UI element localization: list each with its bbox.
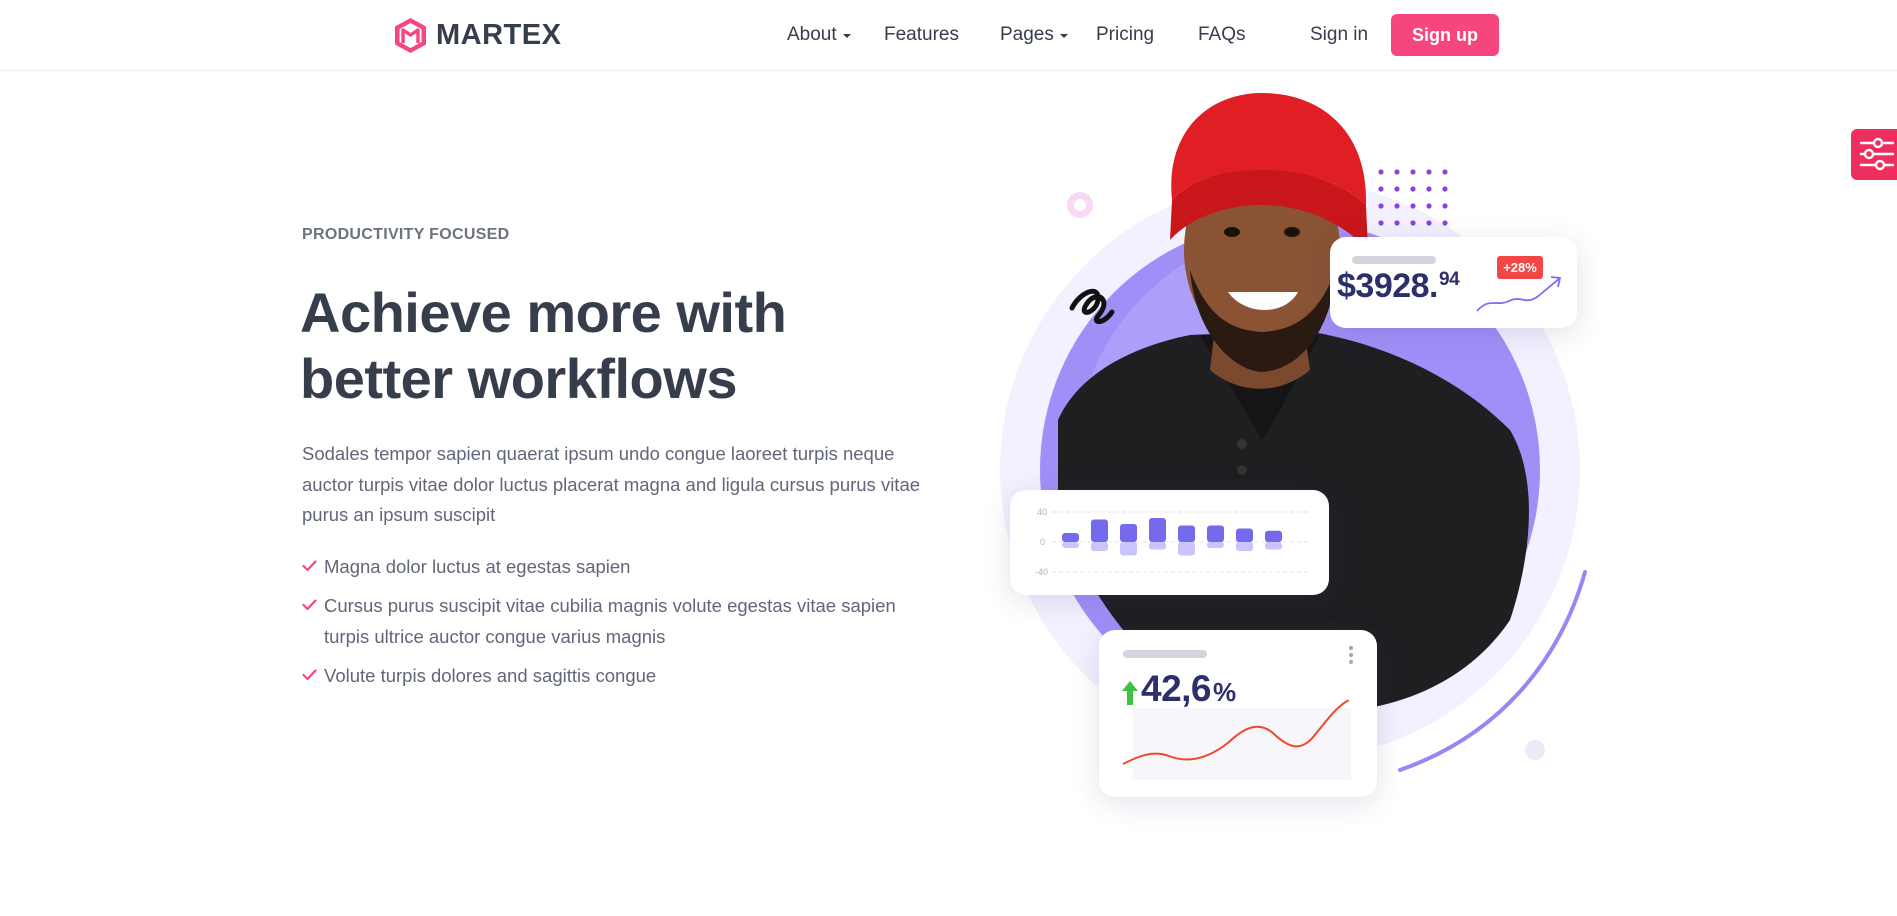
nav-features-label: Features [884,24,959,45]
sign-in-link[interactable]: Sign in [1310,24,1368,46]
sliders-icon [1859,137,1895,171]
bar-positive [1236,528,1253,542]
bar-positive [1062,533,1079,542]
nav-about-label: About [787,24,837,45]
tick-label: -40 [1035,567,1048,577]
chevron-down-icon [842,34,851,38]
hero-description: Sodales tempor sapien quaerat ipsum undo… [302,443,921,525]
nav-pricing[interactable]: Pricing [1096,24,1154,46]
list-item: Cursus purus suscipit vitae cubilia magn… [302,590,942,652]
growth-card [1099,630,1377,797]
nav-pricing-label: Pricing [1096,24,1155,45]
tick-label: 0 [1040,537,1045,547]
shirt-button [1237,439,1247,449]
bar-chart: 40 0 -40 [1035,507,1310,577]
settings-tab[interactable] [1851,129,1897,180]
decor-dot [1525,740,1545,760]
growth-number: 42,6 [1141,668,1212,709]
hero-title-line1: Achieve more with [300,281,787,344]
chevron-down-icon [1059,34,1068,38]
list-item: Magna dolor luctus at egestas sapien [302,551,942,582]
nav-pages-label: Pages [1000,24,1054,45]
revenue-cents: 94 [1439,269,1460,290]
hero-title-line2: better workflows [300,347,737,410]
bar-positive [1149,518,1166,542]
growth-unit: % [1213,677,1236,707]
bar-positive [1091,519,1108,542]
bar-negative [1091,542,1108,551]
bar-positive [1120,524,1137,542]
bar-negative [1236,542,1253,551]
bar-positive [1178,525,1195,542]
bar-positive [1207,525,1224,542]
check-icon [302,560,317,572]
site-header: MARTEX About Features Pages Pricing FAQs… [0,0,1897,71]
feature-list: Magna dolor luctus at egestas sapien Cur… [302,551,942,699]
bar-negative [1178,542,1195,556]
nav-about[interactable]: About [787,24,851,46]
nav-pages[interactable]: Pages [1000,24,1068,46]
hero-title: Achieve more with better workflows [300,280,900,412]
growth-value: 42,6% [1141,668,1236,710]
tick-label: 40 [1037,507,1047,517]
card-placeholder-bar [1123,650,1207,658]
bar-negative [1149,542,1166,550]
more-vertical-icon[interactable] [1348,645,1354,665]
brand-name: MARTEX [436,19,562,51]
shirt-button [1237,465,1247,475]
feature-text: Magna dolor luctus at egestas sapien [324,556,631,577]
logo[interactable]: MARTEX [393,17,561,54]
logo-icon [395,18,426,53]
bar-negative [1062,542,1079,548]
revenue-value: $3928.94 [1337,267,1460,306]
nav-faqs-label: FAQs [1198,24,1246,45]
bar-chart-card: 40 0 -40 [1010,490,1329,595]
revenue-amount: $3928. [1337,267,1439,305]
bar-negative [1265,542,1282,550]
bar-negative [1207,542,1224,548]
bar-negative [1120,542,1137,556]
decor-dot-inner [1074,199,1086,211]
list-item: Volute turpis dolores and sagittis congu… [302,660,942,691]
person-eye [1284,227,1300,237]
feature-text: Cursus purus suscipit vitae cubilia magn… [324,595,896,647]
growth-line-chart [1122,700,1351,780]
check-icon [302,599,317,611]
nav-features[interactable]: Features [884,24,959,46]
card-placeholder-bar [1352,256,1436,264]
nav-faqs[interactable]: FAQs [1198,24,1246,46]
check-icon [302,669,317,681]
growth-badge: +28% [1497,256,1543,279]
feature-text: Volute turpis dolores and sagittis congu… [324,665,657,686]
bar-positive [1265,530,1282,542]
person-eye [1224,227,1240,237]
sign-up-button[interactable]: Sign up [1391,14,1499,56]
hero-eyebrow: PRODUCTIVITY FOCUSED [302,226,510,243]
sign-in-label: Sign in [1310,24,1369,45]
